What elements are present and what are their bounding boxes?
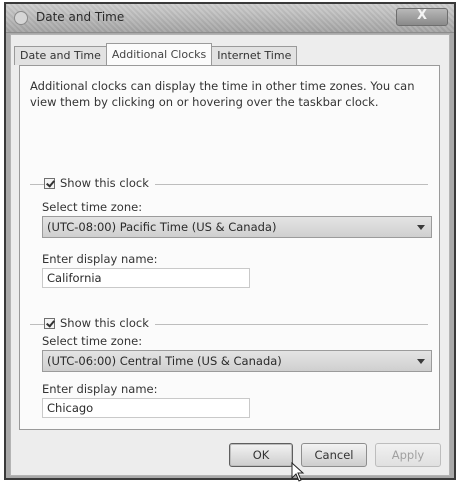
cancel-button[interactable]: Cancel bbox=[301, 443, 367, 467]
ok-button[interactable]: OK bbox=[229, 443, 293, 467]
clock-icon bbox=[14, 11, 28, 25]
window-title: Date and Time bbox=[36, 10, 125, 24]
clock-2-show-checkbox[interactable] bbox=[44, 317, 55, 329]
tab-strip: Date and Time Additional Clocks Internet… bbox=[14, 43, 298, 65]
description-text: Additional clocks can display the time i… bbox=[30, 79, 415, 109]
clock-2-show-checkbox-row[interactable]: Show this clock bbox=[44, 316, 155, 330]
title-bar[interactable]: Date and Time X bbox=[6, 4, 454, 33]
tab-date-and-time[interactable]: Date and Time bbox=[14, 46, 107, 65]
dialog-window: Date and Time X Date and Time Additional… bbox=[4, 2, 456, 482]
tab-internet-time[interactable]: Internet Time bbox=[211, 46, 298, 65]
dialog-client-area: Date and Time Additional Clocks Internet… bbox=[10, 34, 450, 476]
chevron-down-icon bbox=[417, 359, 425, 364]
clock-1-show-checkbox-row[interactable]: Show this clock bbox=[44, 176, 155, 190]
close-button[interactable]: X bbox=[396, 8, 448, 26]
clock-2-timezone-label: Select time zone: bbox=[42, 334, 143, 348]
clock-2-timezone-select[interactable]: (UTC-06:00) Central Time (US & Canada) bbox=[42, 350, 432, 372]
tab-additional-clocks[interactable]: Additional Clocks bbox=[105, 43, 213, 65]
clock-1-timezone-value: (UTC-08:00) Pacific Time (US & Canada) bbox=[47, 220, 277, 234]
clock-1-show-label: Show this clock bbox=[60, 176, 149, 190]
apply-button[interactable]: Apply bbox=[375, 443, 441, 467]
chevron-down-icon bbox=[417, 225, 425, 230]
clock-2-timezone-value: (UTC-06:00) Central Time (US & Canada) bbox=[47, 354, 282, 368]
clock-1-timezone-label: Select time zone: bbox=[42, 200, 143, 214]
clock-1-display-name-input[interactable]: California bbox=[42, 268, 250, 288]
clock-2-show-label: Show this clock bbox=[60, 316, 149, 330]
clock-1-display-name-label: Enter display name: bbox=[42, 252, 158, 266]
clock-2-display-name-input[interactable]: Chicago bbox=[42, 398, 250, 418]
clock-1-show-checkbox[interactable] bbox=[44, 177, 55, 189]
mouse-pointer-icon bbox=[291, 462, 305, 482]
clock-2-display-name-label: Enter display name: bbox=[42, 382, 158, 396]
tab-panel-additional-clocks: Additional clocks can display the time i… bbox=[19, 65, 440, 430]
close-icon: X bbox=[416, 8, 428, 23]
clock-1-timezone-select[interactable]: (UTC-08:00) Pacific Time (US & Canada) bbox=[42, 216, 432, 238]
